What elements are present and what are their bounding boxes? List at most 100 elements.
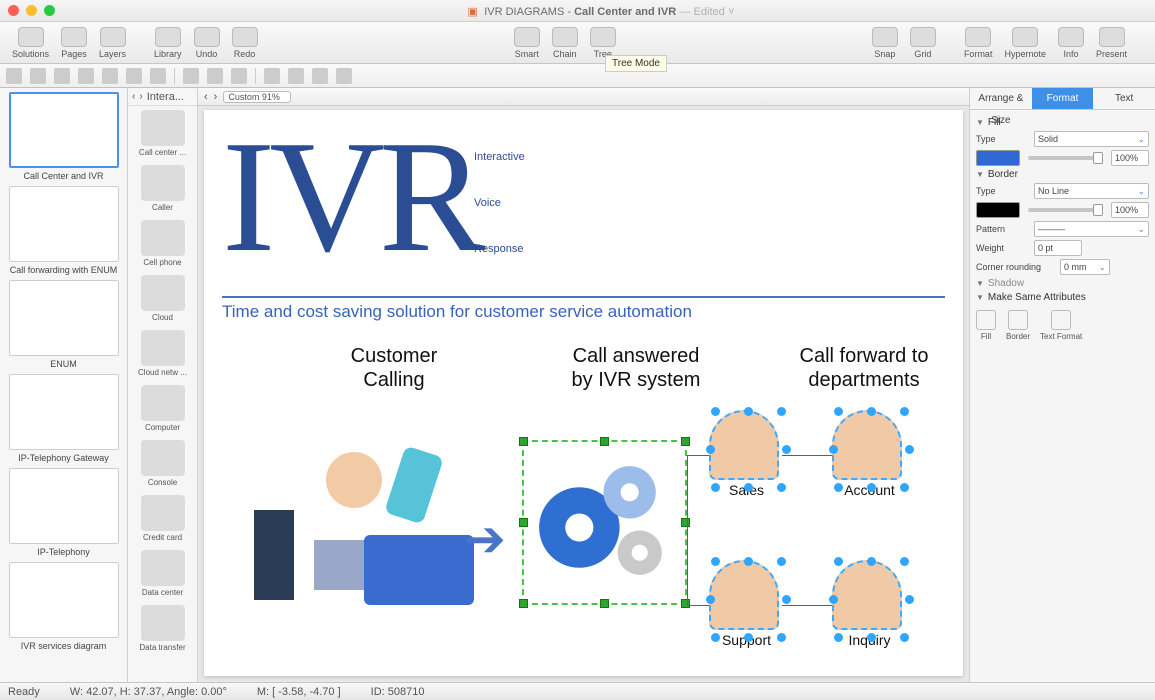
agent-account[interactable]: Account <box>832 410 907 495</box>
selection-handle[interactable] <box>777 483 786 492</box>
toolbar-undo[interactable]: Undo <box>188 27 226 59</box>
selection-handle[interactable] <box>867 483 876 492</box>
selection-handle[interactable] <box>900 407 909 416</box>
selection-handle[interactable] <box>829 595 838 604</box>
library-shape[interactable]: Computer <box>128 381 197 436</box>
selection-handle[interactable] <box>867 407 876 416</box>
title-chevron-icon[interactable]: ˅ <box>728 6 734 18</box>
selection-handle[interactable] <box>834 557 843 566</box>
inspector-tab-format[interactable]: Format <box>1032 88 1094 109</box>
canvas[interactable]: IVR Interactive Voice Response Time and … <box>204 110 963 676</box>
page-thumbnail[interactable]: IP-Telephony <box>5 468 123 558</box>
prev-page-icon[interactable]: ‹ <box>204 91 208 103</box>
agent-sales[interactable]: Sales <box>709 410 784 495</box>
inspector-tab-arrange-size[interactable]: Arrange & Size <box>970 88 1032 109</box>
library-shape[interactable]: Data center <box>128 546 197 601</box>
selection-handle[interactable] <box>867 633 876 642</box>
zoom-icon[interactable] <box>44 5 55 16</box>
selection-handle[interactable] <box>706 445 715 454</box>
border-type-select[interactable]: No Line <box>1034 183 1149 199</box>
rect-tool-icon[interactable] <box>30 68 46 84</box>
page-thumbnail[interactable]: ENUM <box>5 280 123 370</box>
shadow-section[interactable]: Shadow <box>976 278 1149 289</box>
window-traffic-lights[interactable] <box>8 5 55 16</box>
fill-color-well[interactable] <box>976 150 1020 166</box>
selection-handle[interactable] <box>706 595 715 604</box>
selection-handle[interactable] <box>782 595 791 604</box>
ellipse-tool-icon[interactable] <box>54 68 70 84</box>
toolbar-hypernote[interactable]: Hypernote <box>998 27 1052 59</box>
border-color-well[interactable] <box>976 202 1020 218</box>
selection-handle[interactable] <box>829 445 838 454</box>
selection-handle[interactable] <box>711 557 720 566</box>
toolbar-solutions[interactable]: Solutions <box>6 27 55 59</box>
page-thumbnail[interactable]: IVR services diagram <box>5 562 123 652</box>
selection-handle[interactable] <box>834 483 843 492</box>
corner-value[interactable]: 0 mm <box>1060 259 1110 275</box>
border-opacity-slider[interactable] <box>1028 208 1103 212</box>
selection-handle[interactable] <box>744 557 753 566</box>
border-opacity-value[interactable]: 100% <box>1111 202 1149 218</box>
connector-tool-icon[interactable] <box>183 68 199 84</box>
selection-handle[interactable] <box>905 595 914 604</box>
make-same-section[interactable]: Make Same Attributes <box>976 292 1149 303</box>
page-thumbnail[interactable]: Call forwarding with ENUM <box>5 186 123 276</box>
make-same-fill[interactable]: Fill <box>976 310 996 341</box>
selection-handle[interactable] <box>900 633 909 642</box>
selection-handle[interactable] <box>777 633 786 642</box>
eyedropper-icon[interactable] <box>312 68 328 84</box>
hand-tool-icon[interactable] <box>336 68 352 84</box>
selection-handle[interactable] <box>834 407 843 416</box>
agent-support[interactable]: Support <box>709 560 784 645</box>
selection-handle[interactable] <box>905 445 914 454</box>
selection-handle[interactable] <box>744 483 753 492</box>
selection-handle[interactable] <box>867 557 876 566</box>
library-shape[interactable]: Credit card <box>128 491 197 546</box>
toolbar-pages[interactable]: Pages <box>55 27 93 59</box>
selection-handle[interactable] <box>900 483 909 492</box>
toolbar-redo[interactable]: Redo <box>226 27 264 59</box>
library-shape[interactable]: Cell phone <box>128 216 197 271</box>
arc-tool-icon[interactable] <box>102 68 118 84</box>
library-shape[interactable]: Cloud netw ... <box>128 326 197 381</box>
pointer-tool-icon[interactable] <box>6 68 22 84</box>
selection-handle[interactable] <box>744 633 753 642</box>
selection-handle[interactable] <box>834 633 843 642</box>
selection-handle[interactable] <box>782 445 791 454</box>
toolbar-chain[interactable]: Chain <box>546 27 584 59</box>
pattern-select[interactable]: ——— <box>1034 221 1149 237</box>
line-tool-icon[interactable] <box>78 68 94 84</box>
library-shape[interactable]: Console <box>128 436 197 491</box>
toolbar-library[interactable]: Library <box>148 27 188 59</box>
lib-next-icon[interactable]: › <box>139 91 142 102</box>
toolbar-format[interactable]: Format <box>958 27 999 59</box>
selection-handle[interactable] <box>711 407 720 416</box>
fill-type-select[interactable]: Solid <box>1034 131 1149 147</box>
fill-opacity-slider[interactable] <box>1028 156 1103 160</box>
make-same-text-format[interactable]: Text Format <box>1040 310 1082 341</box>
library-shape[interactable]: Caller <box>128 161 197 216</box>
make-same-border[interactable]: Border <box>1006 310 1030 341</box>
toolbar-tree[interactable]: Tree <box>584 27 622 59</box>
library-shape[interactable]: Data transfer <box>128 601 197 656</box>
selection-handle[interactable] <box>777 407 786 416</box>
agent-inquiry[interactable]: Inquiry <box>832 560 907 645</box>
text-tool-icon[interactable] <box>150 68 166 84</box>
toolbar-grid[interactable]: Grid <box>904 27 942 59</box>
library-tab[interactable]: ‹ › Intera... <box>128 88 197 106</box>
toolbar-info[interactable]: Info <box>1052 27 1090 59</box>
zoom-out-icon[interactable] <box>288 68 304 84</box>
selection-handle[interactable] <box>777 557 786 566</box>
selection-handle[interactable] <box>711 483 720 492</box>
minimize-icon[interactable] <box>26 5 37 16</box>
pen-tool-icon[interactable] <box>126 68 142 84</box>
selection-handle[interactable] <box>900 557 909 566</box>
callout-tool-icon[interactable] <box>231 68 247 84</box>
toolbar-layers[interactable]: Layers <box>93 27 132 59</box>
zoom-in-icon[interactable] <box>264 68 280 84</box>
ivr-gears-selection[interactable] <box>522 440 687 605</box>
library-shape[interactable]: Call center ... <box>128 106 197 161</box>
selection-handle[interactable] <box>711 633 720 642</box>
zoom-select[interactable]: Custom 91% <box>223 91 291 103</box>
toolbar-smart[interactable]: Smart <box>508 27 546 59</box>
